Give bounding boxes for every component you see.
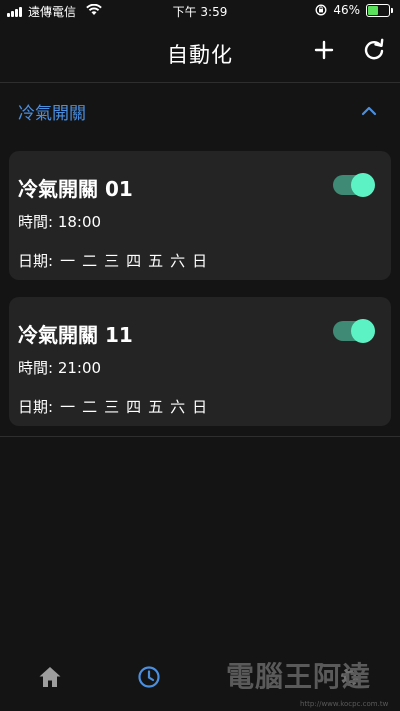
day-label: 二 — [82, 252, 98, 270]
automation-time: 時間: 21:00 — [18, 359, 102, 377]
date-label: 日期: — [18, 252, 54, 270]
day-label: 日 — [192, 398, 208, 416]
day-label: 五 — [148, 398, 164, 416]
battery-percent: 46% — [333, 3, 360, 17]
day-label: 六 — [170, 398, 186, 416]
enable-toggle[interactable] — [333, 173, 375, 197]
watermark-url: http://www.kocpc.com.tw — [300, 700, 389, 708]
watermark-logo: 電腦王阿達 — [226, 660, 372, 693]
automation-card[interactable]: 冷氣開關 11 時間: 21:00 日期: 一 二 三 四 五 六 日 — [9, 297, 391, 426]
enable-toggle[interactable] — [333, 319, 375, 343]
day-label: 三 — [104, 398, 120, 416]
page-title: 自動化 — [167, 43, 233, 67]
day-label: 一 — [60, 252, 76, 270]
clock-icon[interactable] — [136, 664, 162, 690]
date-label: 日期: — [18, 398, 54, 416]
automation-days: 日期: 一 二 三 四 五 六 日 — [18, 396, 207, 417]
app-header: 自動化 — [0, 22, 400, 83]
day-label: 二 — [82, 398, 98, 416]
rotation-lock-icon — [315, 4, 327, 16]
chevron-up-icon[interactable] — [358, 100, 380, 122]
group-title: 冷氣開關 — [18, 104, 86, 124]
section-divider — [0, 436, 400, 437]
automation-time: 時間: 18:00 — [18, 213, 102, 231]
group-header[interactable]: 冷氣開關 — [0, 95, 400, 130]
automation-card[interactable]: 冷氣開關 01 時間: 18:00 日期: 一 二 三 四 五 六 日 — [9, 151, 391, 280]
day-label: 三 — [104, 252, 120, 270]
day-label: 一 — [60, 398, 76, 416]
plus-icon[interactable] — [310, 36, 338, 64]
automation-days: 日期: 一 二 三 四 五 六 日 — [18, 250, 207, 271]
home-icon[interactable] — [37, 664, 63, 690]
day-label: 四 — [126, 398, 142, 416]
automation-name: 冷氣開關 01 — [18, 177, 133, 201]
day-label: 四 — [126, 252, 142, 270]
refresh-icon[interactable] — [360, 36, 388, 64]
status-bar: 遠傳電信 下午 3:59 46% — [0, 0, 400, 22]
day-label: 日 — [192, 252, 208, 270]
automation-name: 冷氣開關 11 — [18, 323, 133, 347]
day-label: 六 — [170, 252, 186, 270]
day-label: 五 — [148, 252, 164, 270]
battery-charging-icon — [366, 3, 393, 17]
